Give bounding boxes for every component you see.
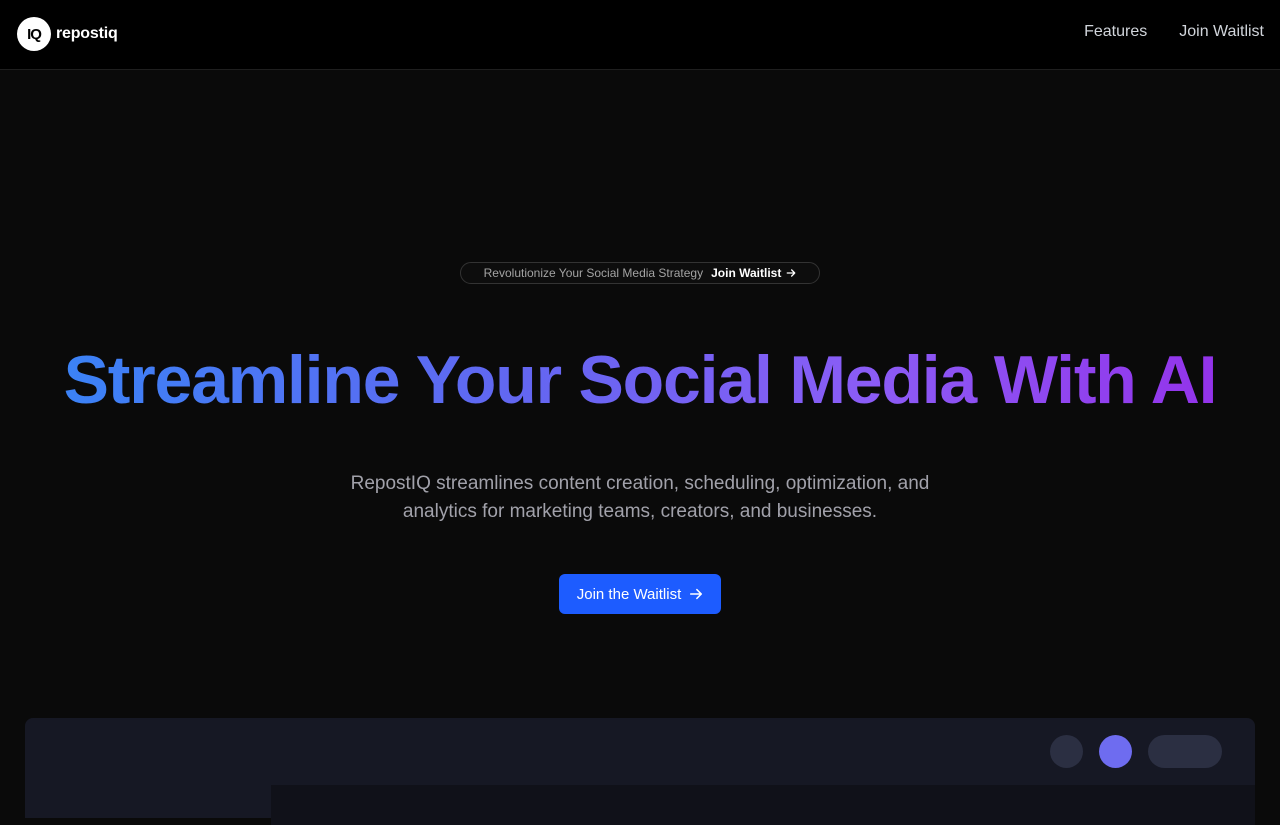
announcement-join-label: Join Waitlist: [711, 266, 782, 280]
preview-accent-dot: [1099, 735, 1132, 768]
preview-content-area: [271, 785, 1255, 825]
nav-link-join-waitlist[interactable]: Join Waitlist: [1179, 23, 1264, 41]
announcement-text: Revolutionize Your Social Media Strategy: [483, 266, 704, 280]
logo[interactable]: IQ repostiq: [17, 17, 118, 51]
hero-headline: Streamline Your Social Media With AI: [0, 336, 1280, 424]
nav-link-features[interactable]: Features: [1084, 23, 1147, 41]
top-nav: IQ repostiq Features Join Waitlist: [0, 0, 1280, 70]
hero-subheadline: RepostIQ streamlines content creation, s…: [300, 470, 980, 526]
join-waitlist-button[interactable]: Join the Waitlist: [559, 574, 721, 614]
preview-avatar-placeholder: [1050, 735, 1083, 768]
logo-text: repostiq: [56, 25, 118, 42]
arrow-right-icon: [786, 269, 796, 277]
preview-pill-placeholder: [1148, 735, 1222, 768]
hero-headline-text: Streamline Your Social Media With AI: [63, 342, 1218, 418]
nav-links: Features Join Waitlist: [1084, 23, 1264, 41]
logo-mark-icon: IQ: [17, 17, 51, 51]
hero-subline-2: analytics for marketing teams, creators,…: [402, 501, 878, 522]
hero-subline-1: RepostIQ streamlines content creation, s…: [350, 473, 930, 494]
arrow-right-icon: [690, 588, 703, 600]
announcement-pill: Revolutionize Your Social Media Strategy…: [460, 262, 820, 284]
announcement-join-link[interactable]: Join Waitlist: [711, 266, 796, 280]
join-waitlist-button-label: Join the Waitlist: [576, 585, 682, 603]
app-preview: [25, 718, 1255, 825]
